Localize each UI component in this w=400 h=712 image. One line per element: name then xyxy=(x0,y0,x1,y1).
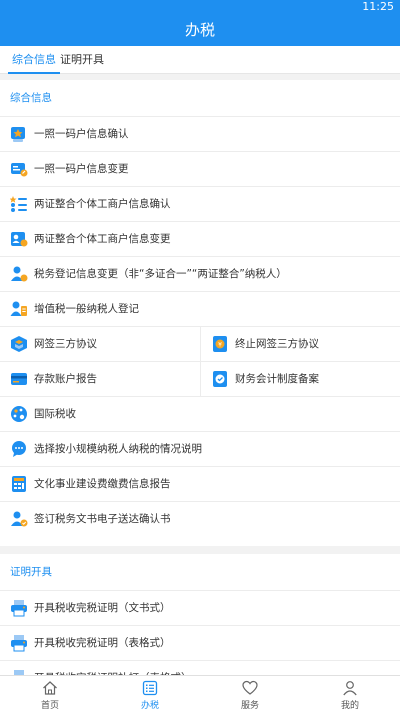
nav-mine[interactable]: 我的 xyxy=(300,676,400,712)
user-edit-icon xyxy=(11,266,28,282)
bank-card-icon xyxy=(11,373,27,385)
item-label: 开具税收完税证明（文书式） xyxy=(34,602,171,614)
svg-text:¥: ¥ xyxy=(218,342,222,349)
section-certificate: 证明开具 开具税收完税证明（文书式） 开具税收完税证明（表格式） xyxy=(0,554,400,675)
status-time: 11:25 xyxy=(362,0,394,13)
section-general: 综合信息 一照一码户信息确认 一照一码户信息变更 两证整合个体工商户信息确认 两… xyxy=(0,80,400,546)
list-item[interactable]: 选择按小规模纳税人纳税的情况说明 xyxy=(0,431,400,466)
license-edit-icon xyxy=(11,163,28,177)
tab-certificate[interactable]: 证明开具 xyxy=(56,46,108,74)
list-item[interactable]: 文化事业建设费缴费信息报告 xyxy=(0,466,400,501)
list-item[interactable]: 开具税收完税证明（文书式） xyxy=(0,590,400,625)
item-label: 税务登记信息变更（非“多证合一”“两证整合”纳税人） xyxy=(34,268,287,280)
license-confirm-icon xyxy=(11,127,25,142)
list-item[interactable]: ¥ 终止网签三方协议 xyxy=(200,327,400,362)
list-item[interactable]: 两证整合个体工商户信息变更 xyxy=(0,221,400,256)
list-item[interactable]: 开具税收完税证明（表格式） xyxy=(0,625,400,660)
person-icon xyxy=(343,681,357,696)
tax-list-icon xyxy=(142,680,158,696)
user-sign-icon xyxy=(11,511,28,527)
list-item[interactable]: 增值税一般纳税人登记 xyxy=(0,291,400,326)
list-item[interactable]: 开具税收完税证明补打（表格式） xyxy=(0,660,400,675)
agreement-icon xyxy=(11,336,27,352)
nav-home[interactable]: 首页 xyxy=(0,676,100,712)
nav-tax[interactable]: 办税 xyxy=(100,676,200,712)
item-label: 一照一码户信息变更 xyxy=(34,163,129,175)
title-bar: 办税 xyxy=(0,14,400,46)
item-label: 开具税收完税证明（表格式） xyxy=(34,637,171,649)
list-item[interactable]: 两证整合个体工商户信息确认 xyxy=(0,186,400,221)
nav-label: 服务 xyxy=(240,701,259,711)
item-label: 文化事业建设费缴费信息报告 xyxy=(34,478,171,490)
list-item[interactable]: 税务登记信息变更（非“多证合一”“两证整合”纳税人） xyxy=(0,256,400,291)
list-item[interactable]: 国际税收 xyxy=(0,396,400,431)
item-label: 一照一码户信息确认 xyxy=(34,128,129,140)
page-title: 办税 xyxy=(184,21,215,39)
item-label: 选择按小规模纳税人纳税的情况说明 xyxy=(34,443,202,455)
item-label: 财务会计制度备案 xyxy=(235,373,319,385)
bottom-nav: 首页 办税 服务 我的 xyxy=(0,675,400,712)
user-register-icon xyxy=(10,301,27,316)
item-label: 两证整合个体工商户信息变更 xyxy=(34,233,171,245)
item-label: 终止网签三方协议 xyxy=(235,338,319,350)
nav-label: 办税 xyxy=(140,701,159,711)
item-label: 签订税务文书电子送达确认书 xyxy=(34,513,171,525)
list-item[interactable]: 网签三方协议 xyxy=(0,327,200,362)
item-label: 两证整合个体工商户信息确认 xyxy=(34,198,171,210)
status-bar: 11:25 xyxy=(0,0,400,14)
list-item[interactable]: 存款账户报告 xyxy=(0,362,200,397)
heart-icon xyxy=(242,680,258,695)
list-star-icon xyxy=(10,196,27,212)
id-card-edit-icon xyxy=(11,232,28,247)
printer-icon xyxy=(11,635,27,652)
accounting-icon xyxy=(213,371,227,387)
terminate-agreement-icon: ¥ xyxy=(213,336,227,352)
item-label: 网签三方协议 xyxy=(34,338,97,350)
list-row-split: 存款账户报告 财务会计制度备案 xyxy=(0,361,400,397)
nav-label: 我的 xyxy=(340,701,359,711)
calculator-icon xyxy=(12,476,26,492)
section-title-general: 综合信息 xyxy=(10,92,52,104)
list-row-split: 网签三方协议 ¥ 终止网签三方协议 xyxy=(0,326,400,362)
content-scroll[interactable]: 综合信息 一照一码户信息确认 一照一码户信息变更 两证整合个体工商户信息确认 两… xyxy=(0,74,400,675)
item-label: 国际税收 xyxy=(34,408,76,420)
list-item[interactable]: 财务会计制度备案 xyxy=(200,362,400,397)
tab-general-info[interactable]: 综合信息 xyxy=(8,46,60,74)
item-label: 增值税一般纳税人登记 xyxy=(34,303,139,315)
item-label: 开具税收完税证明补打（表格式） xyxy=(34,661,192,675)
nav-label: 首页 xyxy=(40,701,59,711)
chat-bubble-icon xyxy=(12,441,26,457)
list-item[interactable]: 一照一码户信息变更 xyxy=(0,151,400,186)
globe-palette-icon xyxy=(11,406,27,422)
tab-bar: 综合信息 证明开具 xyxy=(0,46,400,74)
list-item[interactable]: 签订税务文书电子送达确认书 xyxy=(0,501,400,536)
home-icon xyxy=(43,681,57,695)
section-title-certificate: 证明开具 xyxy=(10,566,52,578)
nav-service[interactable]: 服务 xyxy=(200,676,300,712)
list-item[interactable]: 一照一码户信息确认 xyxy=(0,116,400,151)
item-label: 存款账户报告 xyxy=(34,373,97,385)
printer-icon xyxy=(11,600,27,617)
